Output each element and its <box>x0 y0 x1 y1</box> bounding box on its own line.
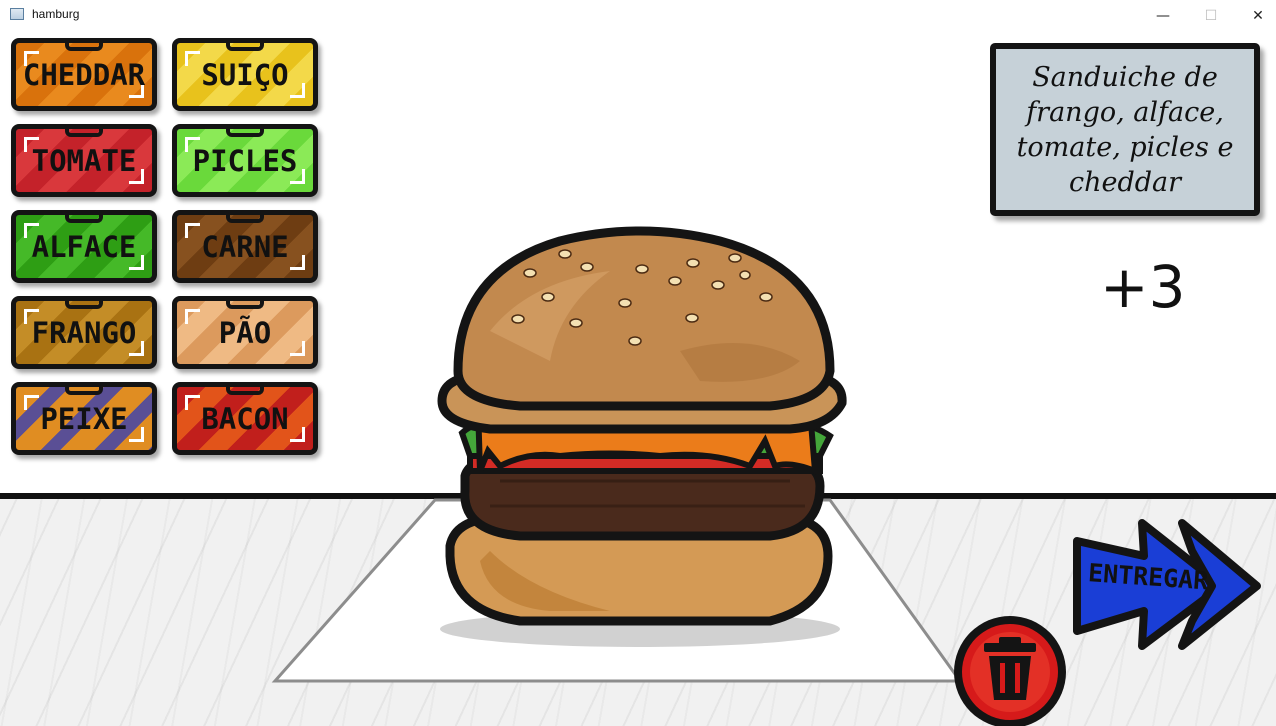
order-card: Sanduiche de frango, alface, tomate, pic… <box>990 43 1260 216</box>
ingredient-button-suico[interactable]: SUIÇO <box>172 38 318 111</box>
maximize-button[interactable]: ☐ <box>1188 0 1234 31</box>
ingredient-label: PEIXE <box>40 401 128 436</box>
burger-illustration <box>271 226 963 683</box>
game-canvas: CHEDDAR SUIÇO TOMATE PICLES ALFACE CARNE <box>0 31 1276 726</box>
ingredient-label: TOMATE <box>31 143 137 178</box>
ingredient-label: SUIÇO <box>201 57 289 92</box>
score-indicator: +3 <box>1100 253 1186 321</box>
ingredient-button-tomate[interactable]: TOMATE <box>11 124 157 197</box>
app-icon <box>10 8 24 20</box>
order-text: Sanduiche de frango, alface, tomate, pic… <box>1016 61 1234 198</box>
ingredient-label: PICLES <box>192 143 298 178</box>
button-handle <box>65 43 103 51</box>
ingredient-button-cheddar[interactable]: CHEDDAR <box>11 38 157 111</box>
ingredient-button-peixe[interactable]: PEIXE <box>11 382 157 455</box>
deliver-button[interactable]: ENTREGAR <box>1072 511 1262 651</box>
ingredient-label: CHEDDAR <box>22 57 146 92</box>
ingredient-label: ALFACE <box>31 229 137 264</box>
trash-icon <box>962 624 1058 720</box>
window-title: hamburg <box>32 7 80 21</box>
close-button[interactable]: ✕ <box>1235 0 1276 31</box>
minimize-button[interactable]: — <box>1140 0 1186 31</box>
ingredient-button-picles[interactable]: PICLES <box>172 124 318 197</box>
burger-stack <box>230 211 1030 721</box>
ingredient-button-frango[interactable]: FRANGO <box>11 296 157 369</box>
ingredient-button-alface[interactable]: ALFACE <box>11 210 157 283</box>
trash-button[interactable] <box>954 616 1066 726</box>
window-title-bar: hamburg — ☐ ✕ <box>0 0 1276 32</box>
ingredient-label: FRANGO <box>31 315 137 350</box>
